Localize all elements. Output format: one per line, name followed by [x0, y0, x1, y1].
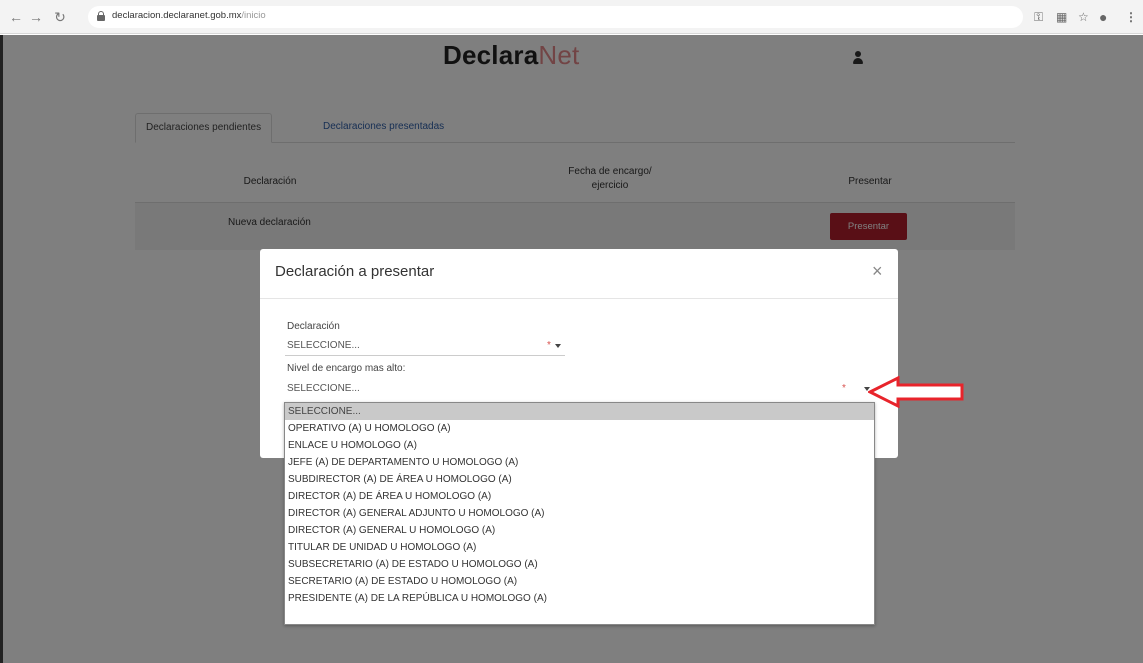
url-text: declaracion.declaranet.gob.mx/inicio — [112, 10, 266, 21]
profile-icon[interactable]: ● — [1099, 9, 1107, 25]
option-item[interactable]: SUBSECRETARIO (A) DE ESTADO U HOMOLOGO (… — [285, 556, 874, 573]
red-arrow-annotation-icon — [868, 376, 964, 408]
option-item[interactable]: DIRECTOR (A) GENERAL ADJUNTO U HOMOLOGO … — [285, 505, 874, 522]
option-item[interactable]: DIRECTOR (A) DE ÁREA U HOMOLOGO (A) — [285, 488, 874, 505]
option-item[interactable]: TITULAR DE UNIDAD U HOMOLOGO (A) — [285, 539, 874, 556]
required-mark: * — [842, 383, 846, 394]
back-arrow-icon[interactable]: ← — [8, 9, 24, 25]
address-bar[interactable]: declaracion.declaranet.gob.mx/inicio — [88, 6, 1023, 28]
close-icon[interactable]: × — [872, 262, 883, 280]
reload-icon[interactable]: ↻ — [52, 9, 68, 25]
nivel-encargo-options: SELECCIONE... OPERATIVO (A) U HOMOLOGO (… — [284, 402, 875, 625]
required-mark: * — [547, 340, 551, 351]
browser-toolbar: ← → ↻ declaracion.declaranet.gob.mx/inic… — [0, 0, 1143, 34]
bookmark-star-icon[interactable]: ☆ — [1078, 9, 1089, 25]
option-item[interactable]: PRESIDENTE (A) DE LA REPÚBLICA U HOMOLOG… — [285, 590, 874, 607]
option-item[interactable]: ENLACE U HOMOLOGO (A) — [285, 437, 874, 454]
extension-icon[interactable]: ▦ — [1056, 9, 1067, 25]
key-icon[interactable]: ⚿ — [1034, 9, 1043, 25]
nivel-encargo-label: Nivel de encargo mas alto: — [287, 363, 406, 374]
option-item[interactable]: DIRECTOR (A) GENERAL U HOMOLOGO (A) — [285, 522, 874, 539]
option-item[interactable]: OPERATIVO (A) U HOMOLOGO (A) — [285, 420, 874, 437]
nivel-encargo-select[interactable]: SELECCIONE... * — [285, 381, 875, 399]
option-item[interactable]: SECRETARIO (A) DE ESTADO U HOMOLOGO (A) — [285, 573, 874, 590]
modal-title: Declaración a presentar — [275, 263, 435, 280]
option-item[interactable]: SELECCIONE... — [285, 403, 874, 420]
declaracion-label: Declaración — [287, 321, 340, 332]
option-item[interactable]: JEFE (A) DE DEPARTAMENTO U HOMOLOGO (A) — [285, 454, 874, 471]
left-edge — [0, 35, 3, 663]
forward-arrow-icon[interactable]: → — [28, 9, 44, 25]
declaracion-select[interactable]: SELECCIONE... * — [285, 338, 565, 356]
chevron-down-icon — [555, 344, 561, 348]
declaracion-select-value: SELECCIONE... — [287, 340, 360, 351]
nivel-encargo-select-value: SELECCIONE... — [287, 383, 360, 394]
menu-dots-icon[interactable]: ⋮ — [1125, 9, 1137, 25]
modal-header: Declaración a presentar × — [260, 249, 898, 299]
option-item[interactable]: SUBDIRECTOR (A) DE ÁREA U HOMOLOGO (A) — [285, 471, 874, 488]
lock-icon — [97, 11, 105, 21]
